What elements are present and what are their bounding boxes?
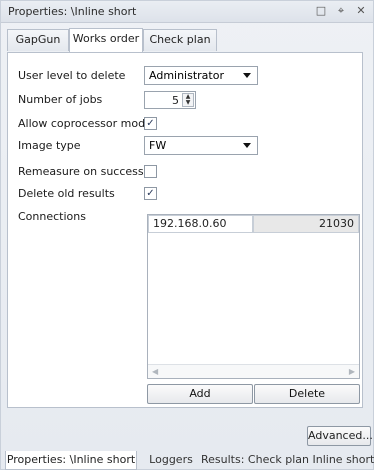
image-type-select[interactable]: FW [144, 136, 258, 155]
image-type-row: Image type FW [8, 135, 362, 157]
properties-window: Properties: \Inline short □ ⌖ ✕ GapGun W… [0, 0, 374, 470]
float-icon[interactable]: □ [313, 3, 329, 19]
advanced-button[interactable]: Advanced... [307, 426, 373, 446]
tab-results[interactable]: Results: Check plan Inline short [201, 451, 374, 470]
num-jobs-row: Number of jobs 5 ▲ ▼ [8, 89, 362, 111]
user-level-label: User level to delete [18, 69, 126, 82]
tab-properties[interactable]: Properties: \Inline short [5, 451, 137, 470]
add-button[interactable]: Add [147, 384, 253, 404]
num-jobs-value: 5 [172, 94, 179, 107]
chevron-down-icon [243, 143, 251, 148]
remeasure-checkbox[interactable] [144, 165, 157, 178]
scroll-left-icon[interactable]: ◀ [152, 367, 158, 376]
num-jobs-label: Number of jobs [18, 93, 103, 106]
list-item[interactable]: 192.168.0.60 21030 [148, 215, 359, 233]
allow-coprocessor-label: Allow coprocessor mode [18, 117, 152, 130]
scroll-right-icon[interactable]: ▶ [349, 367, 355, 376]
tab-loggers[interactable]: Loggers [143, 451, 199, 470]
close-icon[interactable]: ✕ [353, 3, 369, 19]
num-jobs-stepper[interactable]: 5 ▲ ▼ [144, 91, 196, 109]
horizontal-scrollbar[interactable]: ◀ ▶ [148, 364, 359, 378]
spin-arrows-icon[interactable]: ▲ ▼ [182, 93, 194, 107]
delete-button[interactable]: Delete [254, 384, 360, 404]
tab-gapgun[interactable]: GapGun [7, 29, 69, 51]
connections-list[interactable]: 192.168.0.60 21030 ◀ ▶ [147, 214, 360, 379]
title-bar: Properties: \Inline short □ ⌖ ✕ [1, 1, 373, 23]
chevron-down-icon [243, 73, 251, 78]
bottom-tab-bar: Properties: \Inline short Loggers Result… [1, 451, 374, 470]
delete-old-label: Delete old results [18, 187, 115, 200]
delete-old-checkbox[interactable]: ✓ [144, 187, 157, 200]
user-level-value: Administrator [149, 69, 224, 82]
tab-check-plan[interactable]: Check plan [143, 29, 217, 51]
connection-port[interactable]: 21030 [253, 215, 359, 233]
tab-works-order[interactable]: Works order [69, 28, 143, 52]
window-title: Properties: \Inline short [8, 5, 137, 18]
connections-label: Connections [18, 210, 86, 223]
image-type-value: FW [149, 139, 167, 152]
delete-old-row: Delete old results ✓ [8, 183, 362, 205]
allow-coprocessor-checkbox[interactable]: ✓ [144, 117, 157, 130]
connection-ip[interactable]: 192.168.0.60 [148, 215, 253, 233]
works-order-panel: User level to delete Administrator Numbe… [7, 52, 363, 408]
pin-icon[interactable]: ⌖ [333, 3, 349, 19]
user-level-select[interactable]: Administrator [144, 66, 258, 85]
allow-coprocessor-row: Allow coprocessor mode ✓ [8, 113, 362, 135]
user-level-row: User level to delete Administrator [8, 65, 362, 87]
remeasure-row: Remeasure on success [8, 161, 362, 183]
image-type-label: Image type [18, 139, 81, 152]
remeasure-label: Remeasure on success [18, 165, 144, 178]
